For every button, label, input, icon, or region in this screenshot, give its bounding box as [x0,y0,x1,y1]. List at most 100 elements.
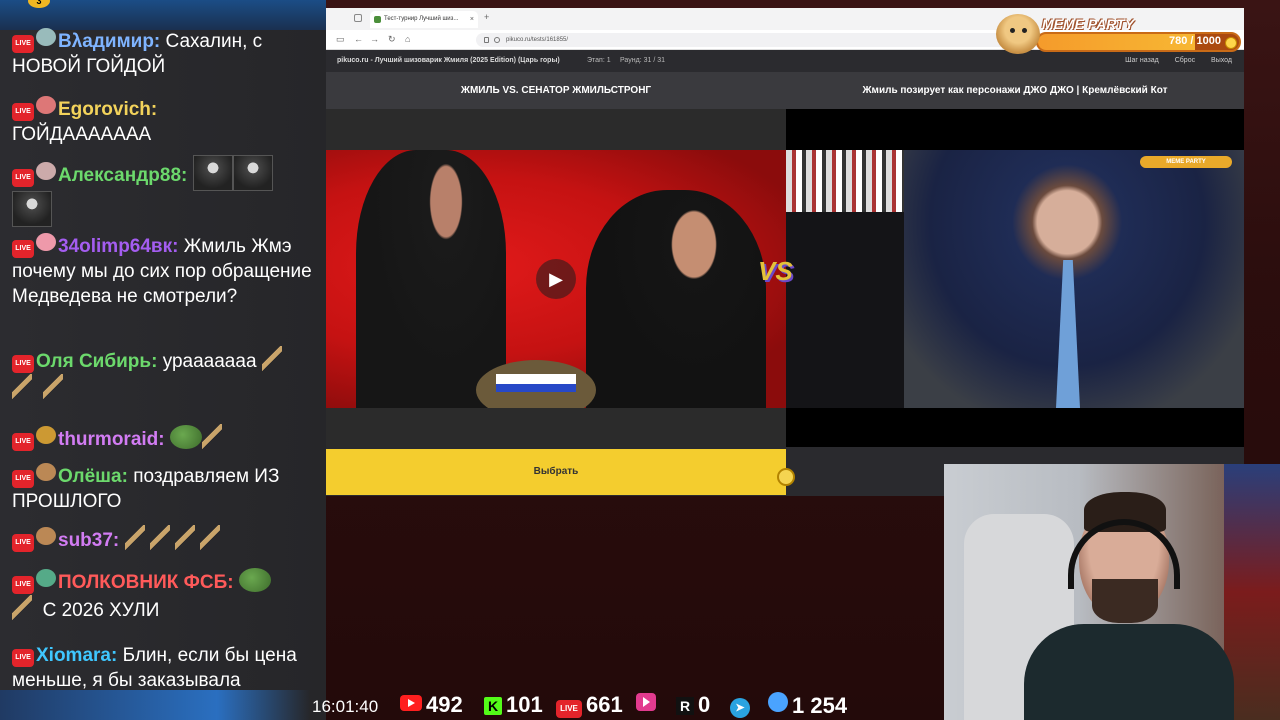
vk-live-count: 661 [586,692,623,717]
spoon-emote [261,346,282,372]
telegram-icon: ➤ [730,698,750,718]
close-tab-icon[interactable]: × [470,11,474,28]
left-option-title: ЖМИЛЬ VS. СЕНАТОР ЖМИЛЬСТРОНГ [460,85,652,96]
kick-stat: K 101 [484,692,543,718]
avatar [36,96,56,114]
photo-emote [12,191,52,227]
stage-label: Этап: 1 [587,57,611,64]
clock-text: 16:01:40 [312,697,379,716]
chat-message: LIVE ПОЛКОВНИК ФСБ: С 2026 ХУЛИ [12,568,312,623]
meme-progress-bar: 780 / 1000 [1036,32,1241,52]
avatar [36,426,56,444]
live-badge: LIVE [12,35,34,53]
site-title: pikuco.ru - Лучший шизоварик Жмиля (2025… [337,57,560,64]
stream-stats-bar: 16:01:40 492 K 101 LIVE 661 R0 ➤ 1 254 [0,690,944,720]
spoon-emote [42,374,63,400]
right-option-title: Жмиль позирует как персонажи ДЖО ДЖО | К… [862,85,1168,96]
url-text: pikuco.ru/tests/161855/ [506,37,569,43]
lock-icon [484,37,489,43]
chat-nick: sub37: [58,530,120,551]
browser-window: Тест-турнир Лучший шиз... × + ▭ ← → ↻ ⌂ … [326,8,1244,496]
left-option-media[interactable]: ▶ [326,109,786,447]
chat-message: LIVE Xiomara: Блин, если бы цена меньше, … [12,643,312,693]
youtube-stat: 492 [400,692,463,718]
youtube-icon [400,695,422,711]
chat-overlay: 3 LIVE Вλадимир: Сахалин, с НОВОЙ ГОЙДОЙ … [0,0,326,720]
back-arrow-icon[interactable]: ← [354,34,363,44]
left-video[interactable]: ▶ [326,150,786,408]
meme-party-widget: 780 / 1000 MEME PARTY [996,14,1246,54]
spoon-emote [200,525,221,551]
vk-video-stat [636,692,660,718]
avatar [36,162,56,180]
vk-live-icon: LIVE [556,700,582,718]
meme-party-title: MEME PARTY [1042,16,1135,32]
chat-message: LIVE Egorovich: ГОЙДААААААА [12,96,312,147]
live-badge: LIVE [12,240,34,258]
chat-nick: Александр88: [58,165,188,186]
chat-message: LIVE Оля Сибирь: ураааааaa [12,346,312,402]
kick-icon: K [484,697,502,715]
choose-button[interactable]: Выбрать [326,449,786,495]
site-info-icon[interactable] [494,37,500,43]
chat-nick: Вλадимир: [58,31,161,52]
chat-message: LIVE Александр88: [12,155,312,227]
chat-nick: Egorovich: [58,99,158,120]
right-option-media[interactable]: MEME PARTY [786,109,1244,447]
live-badge: LIVE [12,470,34,488]
chat-message: LIVE sub37: [12,525,312,553]
favicon-icon [374,16,381,23]
live-badge: LIVE [12,433,34,451]
chat-text: ГОЙДААААААА [12,124,152,145]
kick-count: 101 [506,692,543,717]
photo-emote [232,155,273,191]
doge-icon [996,14,1040,54]
meme-progress-value: 780 / 1000 [1169,35,1221,47]
cursor-icon [777,468,795,486]
live-badge: LIVE [12,649,34,667]
twitch-count: 1 254 [792,693,848,718]
youtube-count: 492 [426,692,463,717]
rutube-icon: R [676,697,694,715]
tab-overview-icon[interactable] [354,14,362,22]
reset-button[interactable]: Сброс [1175,57,1195,64]
webcam-feed [944,464,1280,720]
meme-party-logo: MEME PARTY [1140,156,1232,168]
live-badge: LIVE [12,355,34,373]
chat-message: LIVE thurmoraid: [12,424,312,452]
right-image[interactable]: MEME PARTY [786,150,1244,408]
video-person [586,190,766,408]
chat-message: LIVE 34olimp64вк: Жмиль Жмэ почему мы до … [12,233,312,309]
spoon-emote [12,374,32,400]
home-icon[interactable]: ⌂ [405,34,410,44]
video-person [356,150,506,408]
url-bar[interactable]: pikuco.ru/tests/161855/ [476,33,1076,47]
live-badge: LIVE [12,103,34,121]
tab-title: Тест-турнир Лучший шиз... [384,16,459,22]
step-back-button[interactable]: Шаг назад [1125,57,1159,64]
chat-message: LIVE Вλадимир: Сахалин, с НОВОЙ ГОЙДОЙ [12,28,312,79]
spoon-emote [124,525,145,551]
reload-icon[interactable]: ↻ [388,34,396,45]
thumbnail-strip [786,150,904,212]
chat-message: LIVE Олёша: поздравляем ИЗ ПРОШЛОГО [12,463,312,514]
chat-text: С 2026 ХУЛИ [42,600,160,621]
chat-nick: 34olimp64вк: [58,236,179,257]
coin-icon [1225,37,1237,49]
vs-badge: VS [758,256,793,286]
tab-active[interactable]: Тест-турнир Лучший шиз... × [370,11,478,28]
play-icon[interactable]: ▶ [536,259,576,299]
twitch-icon [768,692,788,712]
man-in-suit-image: MEME PARTY [904,150,1244,408]
forward-arrow-icon[interactable]: → [370,34,379,44]
sidebar-icon[interactable]: ▭ [336,34,345,45]
tie [1056,260,1080,408]
avatar [36,527,56,545]
round-label: Раунд: 31 / 31 [620,57,665,64]
chat-nick: Оля Сибирь: [36,351,158,372]
right-footer [786,449,1244,463]
vk-live-stat: LIVE 661 [556,692,623,718]
new-tab-button[interactable]: + [484,12,489,22]
exit-button[interactable]: Выход [1211,57,1232,64]
streamer-body [1024,624,1234,720]
